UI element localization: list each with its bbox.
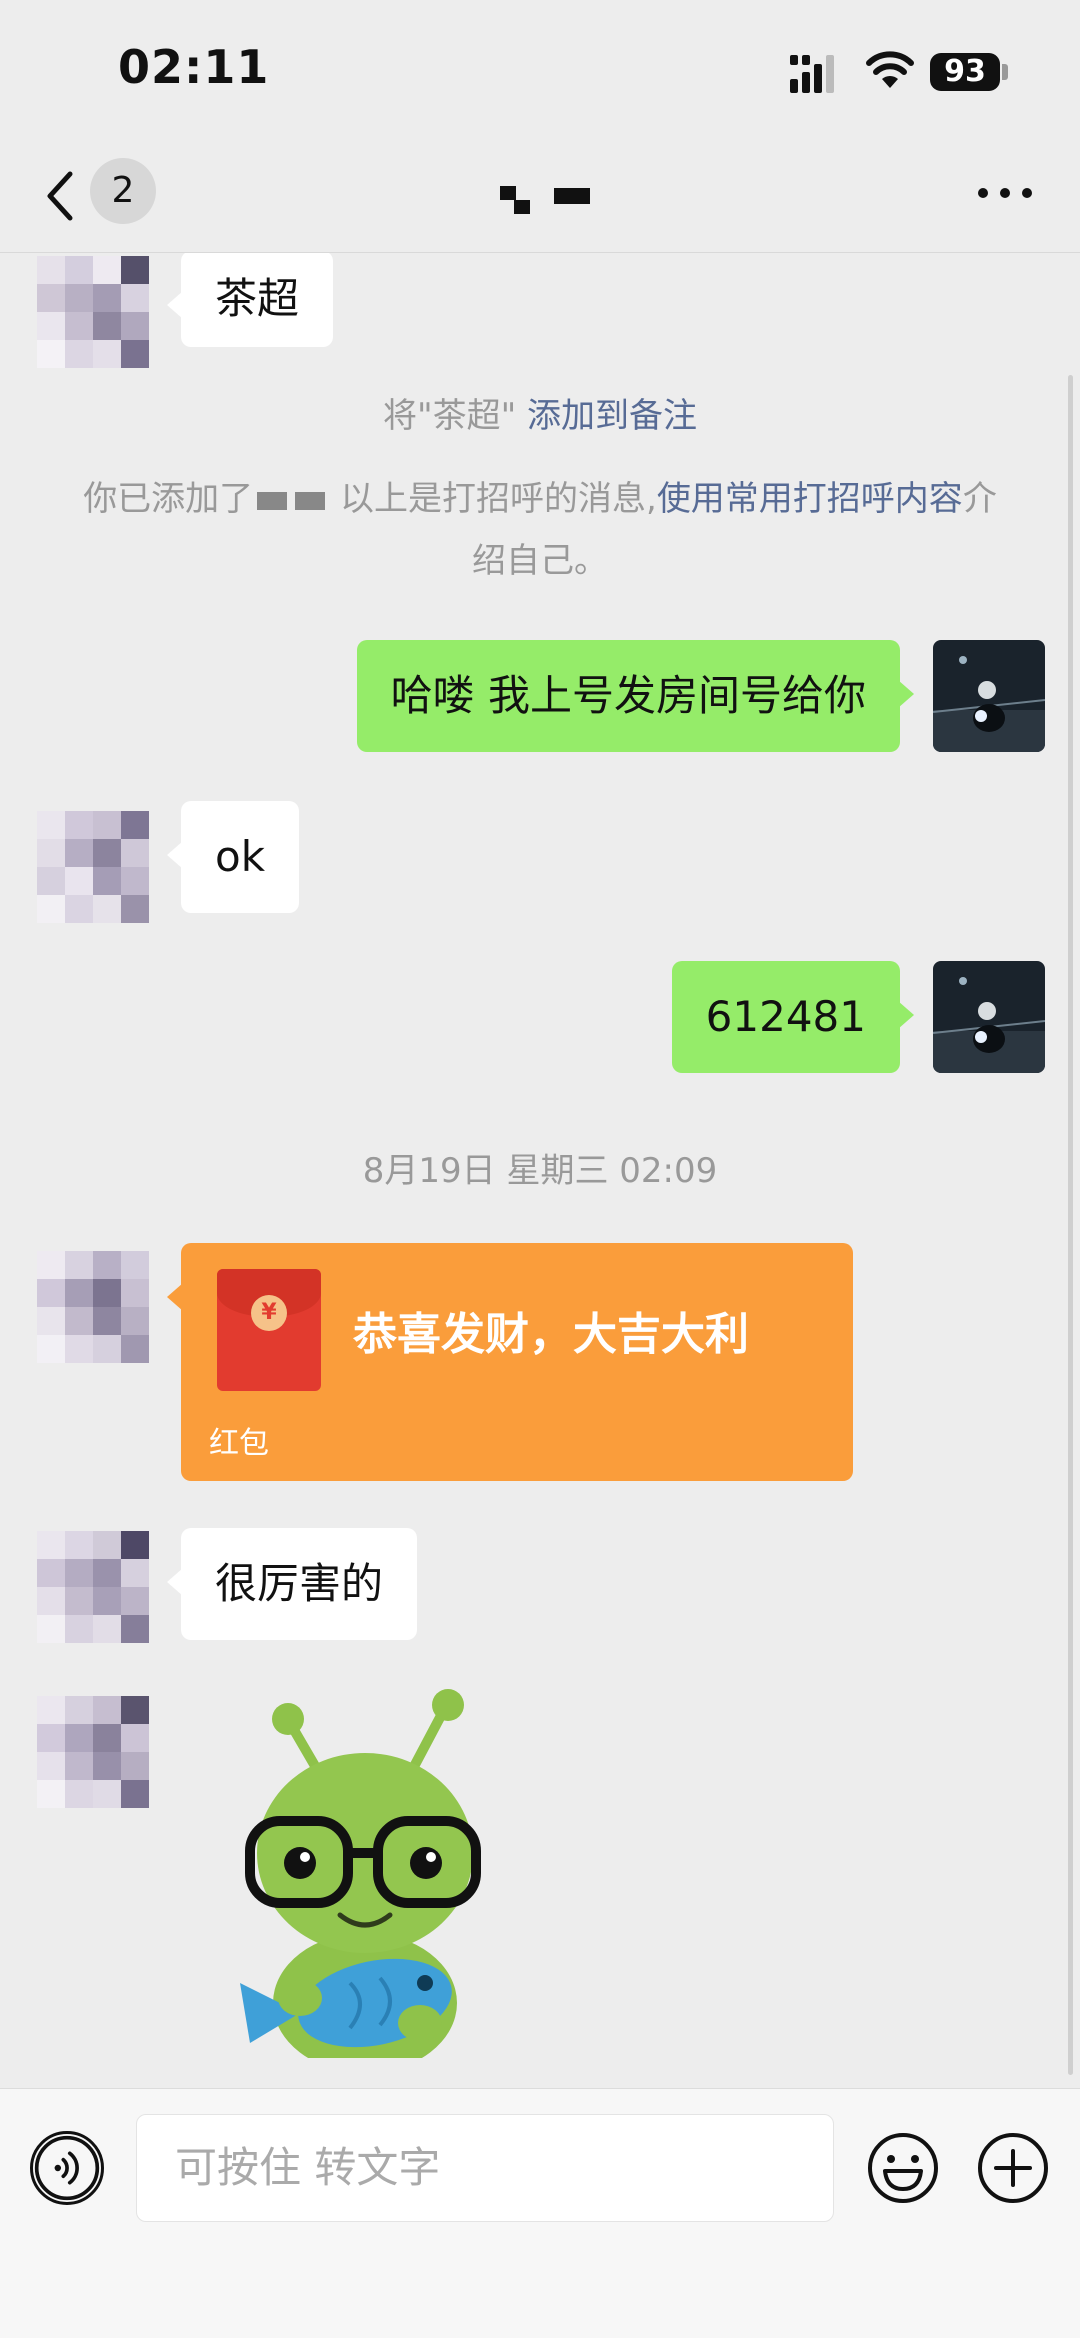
cellular-signal-icon <box>790 55 834 93</box>
add-attachment-icon[interactable] <box>976 2131 1050 2205</box>
message-bubble-outgoing[interactable]: 哈喽 我上号发房间号给你 <box>356 640 915 752</box>
battery-indicator: 93 <box>930 53 1000 91</box>
common-greeting-link[interactable]: 使用常用打招呼内容 <box>657 479 963 519</box>
my-avatar[interactable] <box>933 640 1045 752</box>
battery-cap <box>1002 64 1008 80</box>
notice-prefix: 你已添加了 <box>83 479 254 519</box>
remark-prefix: 将"茶超" <box>382 396 517 436</box>
redacted-contact-name <box>500 186 590 214</box>
yuan-coin-icon: ¥ <box>251 1295 287 1331</box>
my-avatar[interactable] <box>933 961 1045 1073</box>
contact-avatar[interactable] <box>37 811 149 923</box>
message-text: 很厉害的 <box>215 1559 384 1608</box>
chat-timestamp: 8月19日 星期三 02:09 <box>0 1143 1080 1192</box>
contact-avatar[interactable] <box>37 1251 149 1363</box>
status-time: 02:11 <box>118 40 270 94</box>
message-text: 612481 <box>705 992 866 1041</box>
alien-sticker-image[interactable] <box>230 1683 500 2058</box>
contact-avatar[interactable] <box>37 1531 149 1643</box>
chat-message-list[interactable]: 茶超 将"茶超" 添加到备注 你已添加了 以上是打招呼的消息,使用常用打招呼内容… <box>0 253 1080 2088</box>
add-remark-link[interactable]: 添加到备注 <box>527 396 697 436</box>
notice-middle: 以上是打招呼的消息, <box>340 479 657 519</box>
system-message-greeting: 你已添加了 以上是打招呼的消息,使用常用打招呼内容介绍自己。 <box>80 468 1000 592</box>
red-packet-label: 红包 <box>209 1426 269 1461</box>
back-arrow-icon[interactable] <box>40 168 80 224</box>
redacted-name <box>295 491 326 510</box>
contact-avatar[interactable] <box>37 1696 149 1808</box>
message-input-bar: 可按住 转文字 <box>0 2088 1080 2338</box>
contact-avatar[interactable] <box>37 256 149 368</box>
chat-header: 2 <box>0 140 1080 253</box>
message-bubble-outgoing[interactable]: 612481 <box>671 961 915 1073</box>
message-text: 茶超 <box>215 274 300 323</box>
message-text: 哈喽 我上号发房间号给你 <box>390 671 866 720</box>
unread-count-badge[interactable]: 2 <box>90 158 156 224</box>
more-options-icon[interactable] <box>975 178 1035 208</box>
system-message-remark: 将"茶超" 添加到备注 <box>0 388 1080 437</box>
status-bar: 02:11 93 <box>0 0 1080 140</box>
message-bubble-incoming[interactable]: 很厉害的 <box>166 1528 418 1640</box>
message-text-input[interactable]: 可按住 转文字 <box>136 2114 834 2222</box>
wifi-icon <box>866 51 914 88</box>
timestamp-text: 8月19日 星期三 02:09 <box>362 1151 718 1191</box>
message-text: ok <box>215 832 266 881</box>
emoji-icon[interactable] <box>866 2131 940 2205</box>
redacted-name <box>257 491 288 510</box>
red-envelope-icon: ¥ <box>217 1269 321 1391</box>
message-bubble-incoming[interactable]: ok <box>166 801 300 913</box>
message-bubble-incoming[interactable]: 茶超 <box>166 253 334 347</box>
scrollbar[interactable] <box>1068 375 1073 2075</box>
red-packet-message[interactable]: ¥ 恭喜发财，大吉大利 红包 <box>167 1243 853 1481</box>
red-packet-greeting: 恭喜发财，大吉大利 <box>353 1309 749 1360</box>
voice-input-icon[interactable] <box>30 2131 104 2205</box>
